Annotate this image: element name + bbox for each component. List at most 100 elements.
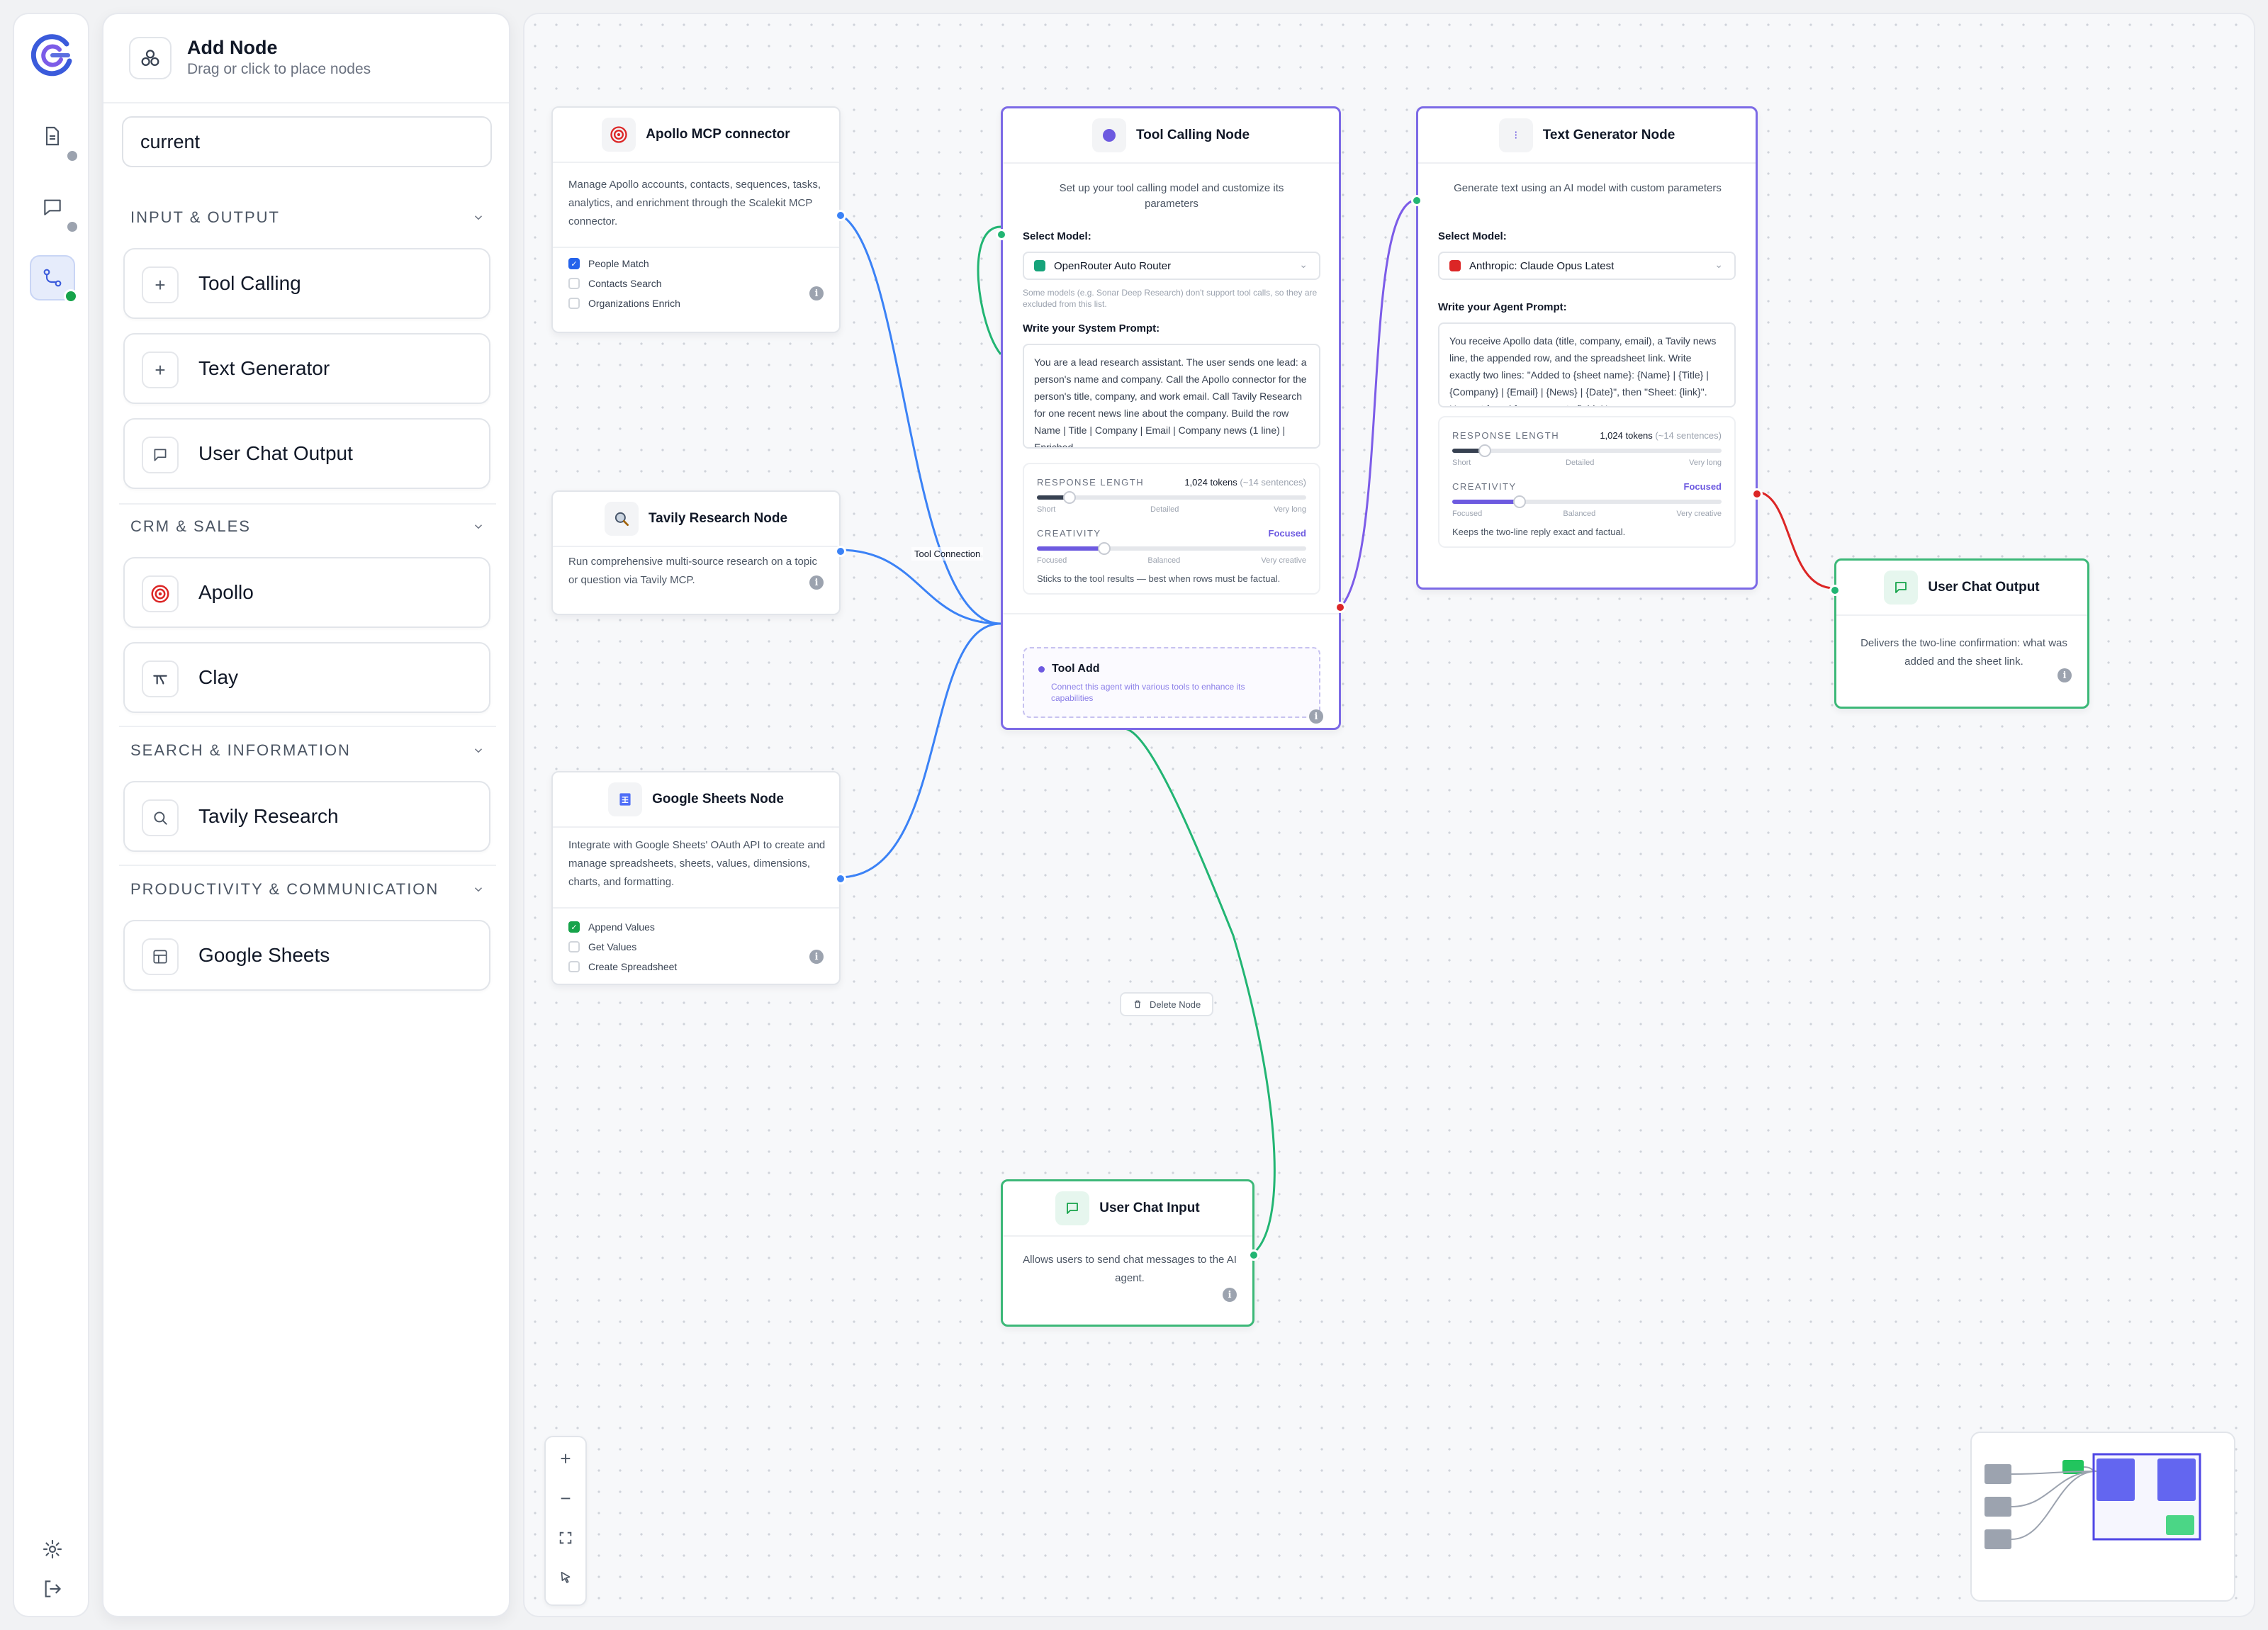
checkbox[interactable]: ✓ [568, 258, 580, 269]
search-input[interactable] [122, 116, 492, 167]
response-length-label: RESPONSE LENGTH [1037, 477, 1145, 488]
node-item-user-chat-output[interactable]: User Chat Output [123, 418, 490, 489]
node-description: Manage Apollo accounts, contacts, sequen… [568, 179, 821, 227]
tool-checkbox-append-values[interactable]: ✓ Append Values [568, 921, 655, 933]
checkbox[interactable] [568, 278, 580, 289]
nodes-icon [129, 37, 172, 79]
node-item-tavily-research[interactable]: Tavily Research [123, 781, 490, 852]
rail-chat-button[interactable] [30, 184, 79, 234]
system-prompt-textarea[interactable]: You are a lead research assistant. The u… [1023, 344, 1320, 449]
settings-button[interactable] [30, 1527, 75, 1572]
tool-checkbox-contacts-search[interactable]: Contacts Search [568, 278, 662, 289]
slider-knob[interactable] [1513, 495, 1526, 508]
chevron-down-icon: ⌄ [1714, 259, 1723, 270]
zoom-in-button[interactable]: + [546, 1439, 585, 1478]
response-length-slider[interactable] [1452, 444, 1722, 457]
info-icon[interactable]: i [809, 286, 824, 300]
model-select-value: OpenRouter Auto Router [1054, 259, 1172, 272]
text-generator-node[interactable]: ⁝ Text Generator Node Generate text usin… [1411, 106, 1763, 590]
edge-textgen-output[interactable] [1757, 490, 1835, 590]
checkbox[interactable]: ✓ [568, 921, 580, 933]
edge-input-tool[interactable] [1123, 727, 1276, 1254]
item-label: User Chat Output [198, 442, 353, 464]
model-select[interactable]: Anthropic: Claude Opus Latest ⌄ [1438, 252, 1736, 280]
logout-button[interactable] [30, 1566, 75, 1612]
input-handle[interactable] [1829, 585, 1841, 596]
node-item-google-sheets[interactable]: Google Sheets [123, 920, 490, 991]
node-description: Delivers the two-line confirmation: what… [1860, 637, 2067, 668]
output-handle[interactable] [835, 210, 846, 221]
tavily-research-node[interactable]: Tavily Research Node Run comprehensive m… [551, 490, 846, 615]
output-handle[interactable] [1751, 488, 1763, 500]
output-handle[interactable] [1248, 1249, 1259, 1261]
rail-documents-button[interactable] [30, 113, 79, 163]
node-item-text-generator[interactable]: + Text Generator [123, 333, 490, 404]
rail-workflow-button[interactable] [30, 255, 78, 303]
zoom-out-button[interactable]: − [546, 1478, 585, 1518]
google-sheets-node[interactable]: Google Sheets Node Integrate with Google… [551, 771, 846, 985]
node-item-apollo[interactable]: Apollo [123, 557, 490, 628]
output-handle[interactable] [1335, 602, 1346, 613]
tool-calling-node[interactable]: Tool Calling Node Set up your tool calli… [996, 106, 1346, 730]
info-icon[interactable]: i [1223, 1288, 1237, 1302]
info-icon[interactable]: i [1309, 709, 1323, 724]
node-header: Apollo MCP connector [553, 108, 839, 163]
model-select[interactable]: OpenRouter Auto Router ⌄ [1023, 252, 1320, 280]
apollo-node[interactable]: Apollo MCP connector Manage Apollo accou… [551, 106, 846, 333]
section-input-output[interactable]: INPUT & OUTPUT [130, 208, 485, 227]
status-dot [65, 220, 79, 234]
slider-knob[interactable] [1478, 444, 1491, 457]
node-description: Generate text using an AI model with cus… [1454, 182, 1722, 194]
tool-add-description: Connect this agent with various tools to… [1051, 682, 1245, 703]
info-icon[interactable]: i [2058, 668, 2072, 682]
item-label: Apollo [198, 581, 254, 603]
node-item-tool-calling[interactable]: + Tool Calling [123, 248, 490, 319]
lock-button[interactable] [546, 1558, 585, 1597]
slider-knob[interactable] [1062, 491, 1076, 504]
checkbox[interactable] [568, 941, 580, 952]
edge-input-tool-left[interactable] [977, 225, 1002, 355]
response-length-slider[interactable] [1037, 491, 1306, 504]
tool-checkbox-people-match[interactable]: ✓ People Match [568, 258, 649, 269]
output-handle[interactable] [835, 873, 846, 884]
delete-node-label: Delete Node [1150, 999, 1201, 1010]
tick-label: Very creative [1676, 510, 1722, 518]
checkbox[interactable] [568, 298, 580, 309]
clay-icon [142, 661, 179, 697]
agent-prompt-textarea[interactable]: You receive Apollo data (title, company,… [1438, 322, 1736, 408]
checkbox[interactable] [568, 961, 580, 972]
tool-add-header: Tool Add [1038, 663, 1100, 675]
edge-sheets-tool[interactable] [838, 622, 1001, 879]
creativity-slider[interactable] [1037, 542, 1306, 555]
chevron-down-icon [474, 524, 483, 529]
creativity-slider[interactable] [1452, 495, 1722, 508]
section-crm-sales[interactable]: CRM & SALES [130, 517, 485, 536]
delete-node-button[interactable]: Delete Node [1120, 992, 1214, 1016]
info-icon[interactable]: i [809, 575, 824, 590]
section-productivity-communication[interactable]: PRODUCTIVITY & COMMUNICATION [130, 880, 485, 899]
tool-add-dropzone[interactable]: Tool Add Connect this agent with various… [1023, 647, 1320, 718]
user-chat-output-node[interactable]: User Chat Output Delivers the two-line c… [1829, 558, 2089, 709]
edge-apollo-tool[interactable] [838, 213, 1001, 625]
info-icon[interactable]: i [809, 950, 824, 964]
input-handle[interactable] [996, 229, 1007, 240]
output-handle[interactable] [835, 546, 846, 557]
slider-knob[interactable] [1098, 542, 1111, 555]
input-handle[interactable] [1411, 195, 1422, 206]
chevron-down-icon: ⌄ [1299, 259, 1308, 270]
chevron-down-icon [474, 887, 483, 892]
pointer-icon [561, 1571, 571, 1583]
edge-tool-textgen[interactable] [1340, 198, 1417, 607]
minimap[interactable] [1970, 1432, 2235, 1602]
tool-checkbox-create-spreadsheet[interactable]: Create Spreadsheet [568, 961, 677, 972]
section-search-information[interactable]: SEARCH & INFORMATION [130, 741, 485, 760]
node-item-clay[interactable]: Clay [123, 642, 490, 713]
user-chat-input-node[interactable]: User Chat Input Allows users to send cha… [1001, 1179, 1259, 1327]
workflow-canvas[interactable]: Tool Connection Apollo MCP connector Man… [523, 13, 2255, 1617]
logout-icon [45, 1580, 61, 1597]
fit-view-button[interactable] [546, 1518, 585, 1558]
minimap-viewport[interactable] [2092, 1453, 2201, 1541]
app-logo-icon[interactable] [27, 30, 78, 81]
tool-checkbox-get-values[interactable]: Get Values [568, 941, 636, 952]
tool-checkbox-organizations-enrich[interactable]: Organizations Enrich [568, 298, 680, 309]
